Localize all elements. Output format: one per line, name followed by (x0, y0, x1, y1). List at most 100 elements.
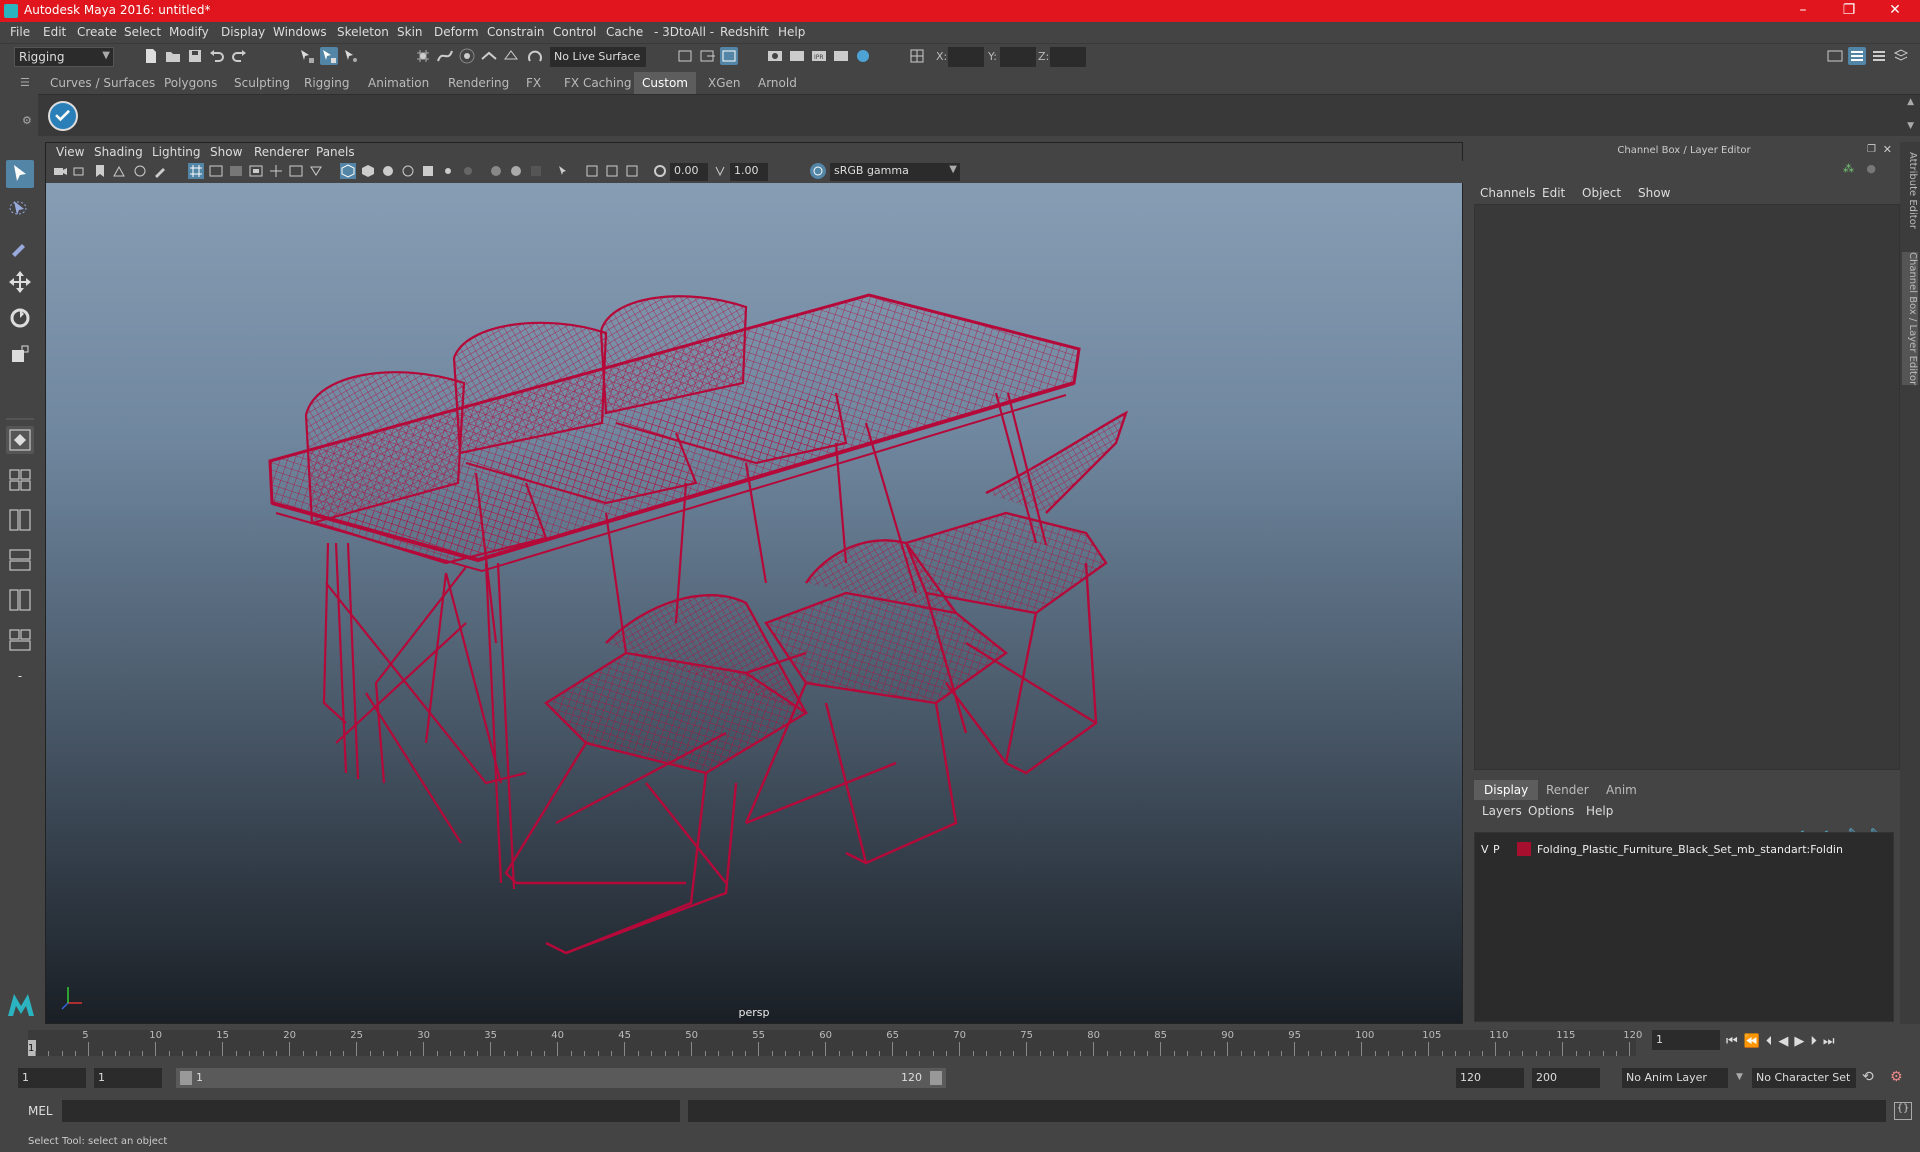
gamma-field[interactable]: 1.00 (730, 163, 768, 181)
tab-rigging[interactable]: Rigging (296, 72, 357, 94)
shelf-scroll-up-icon[interactable]: ▲ (1907, 97, 1914, 107)
scale-tool-icon[interactable] (6, 340, 34, 368)
tab-animation[interactable]: Animation (360, 72, 437, 94)
paint-select-tool-icon[interactable] (6, 232, 34, 260)
range-end-handle[interactable] (930, 1071, 942, 1085)
redo-icon[interactable] (230, 47, 248, 65)
camera-attributes-icon[interactable] (72, 163, 88, 179)
menu-select[interactable]: Select (124, 25, 161, 39)
playback-start-field[interactable]: 1 (94, 1068, 162, 1088)
cb-menu-channels[interactable]: Channels (1480, 186, 1536, 200)
panel-menu-lighting[interactable]: Lighting (152, 145, 201, 159)
render-view-icon[interactable] (766, 47, 784, 65)
input-operations-icon[interactable] (676, 47, 694, 65)
le-menu-options[interactable]: Options (1528, 804, 1574, 818)
tab-sculpting[interactable]: Sculpting (226, 72, 298, 94)
menu-help[interactable]: Help (778, 25, 805, 39)
script-editor-icon[interactable]: {} (1894, 1102, 1912, 1120)
lasso-tool-icon[interactable] (6, 196, 34, 224)
y-field[interactable] (1000, 47, 1036, 67)
float-panel-icon[interactable]: ❐ (1867, 144, 1876, 155)
single-perspective-layout-icon[interactable] (6, 426, 34, 454)
render-frame-icon[interactable] (788, 47, 806, 65)
axis-manip-icon[interactable]: ⁂ (1843, 162, 1854, 175)
menu-set-dropdown[interactable]: Rigging ▼ (14, 47, 114, 67)
time-ruler[interactable]: 1 5 10 15 20 25 30 35 40 45 50 55 60 65 70 75 80 85 90 95 1… (28, 1030, 1642, 1056)
viewport-3d[interactable]: persp (46, 183, 1462, 1023)
undo-icon[interactable] (208, 47, 226, 65)
collapse-layouts-icon[interactable]: - (6, 662, 34, 690)
le-menu-layers[interactable]: Layers (1482, 804, 1522, 818)
layer-name[interactable]: Folding_Plastic_Furniture_Black_Set_mb_s… (1537, 843, 1843, 856)
hypershade-layout-icon[interactable] (6, 586, 34, 614)
live-surface-field[interactable]: No Live Surface (550, 47, 646, 67)
range-start-handle[interactable] (180, 1071, 192, 1085)
tab-attribute-editor[interactable]: Attribute Editor (1902, 152, 1918, 229)
menu-deform[interactable]: Deform (434, 25, 479, 39)
step-forward-frame-icon[interactable]: ⏵ (1810, 1034, 1823, 1049)
construction-history-icon[interactable] (720, 47, 738, 65)
wireframe-on-shaded-icon[interactable] (400, 163, 416, 179)
uv-editor-layout-icon[interactable] (6, 626, 34, 654)
menu-3dtoall[interactable]: - 3DtoAll - (654, 25, 714, 39)
resolution-gate-icon[interactable] (228, 163, 244, 179)
panel-menu-renderer[interactable]: Renderer (254, 145, 309, 159)
playback-end-field[interactable]: 120 (1456, 1068, 1524, 1088)
select-by-component-icon[interactable] (342, 47, 360, 65)
tab-polygons[interactable]: Polygons (156, 72, 225, 94)
menu-file[interactable]: File (10, 25, 30, 39)
shelf-settings-icon[interactable]: ⚙ (22, 114, 32, 127)
shelf-menu-icon[interactable]: ☰ (20, 76, 30, 89)
tab-arnold[interactable]: Arnold (750, 72, 805, 94)
panel-menu-view[interactable]: View (56, 145, 84, 159)
attribute-editor-toggle-icon[interactable] (1870, 47, 1888, 65)
custom-shelf-check-icon[interactable] (48, 101, 78, 131)
color-management-icon[interactable] (810, 163, 826, 179)
xray-components-icon[interactable] (624, 163, 640, 179)
snap-to-curve-icon[interactable] (436, 47, 454, 65)
rotate-tool-icon[interactable] (6, 304, 34, 332)
default-material-icon[interactable] (380, 163, 396, 179)
tab-channel-box-layer-editor[interactable]: Channel Box / Layer Editor (1902, 252, 1918, 386)
current-frame-field[interactable]: 1 (1652, 1030, 1720, 1050)
panel-menu-shading[interactable]: Shading (94, 145, 143, 159)
bookmarks-icon[interactable] (92, 163, 108, 179)
safe-action-icon[interactable] (288, 163, 304, 179)
snap-to-grid-icon[interactable] (414, 47, 432, 65)
snap-to-surface-icon[interactable] (502, 47, 520, 65)
xray-icon[interactable] (584, 163, 600, 179)
motion-blur-icon[interactable] (508, 163, 524, 179)
tab-xgen[interactable]: XGen (700, 72, 749, 94)
tab-anim-layers[interactable]: Anim (1596, 780, 1647, 800)
view-transform-dropdown[interactable]: sRGB gamma ▼ (830, 163, 960, 181)
select-by-object-icon[interactable] (320, 47, 338, 65)
ipr-render-icon[interactable]: IPR (810, 47, 828, 65)
tool-settings-toggle-icon[interactable] (1892, 47, 1910, 65)
range-bar[interactable]: 1 120 (176, 1068, 946, 1088)
go-to-end-icon[interactable]: ⏭ (1823, 1034, 1841, 1049)
step-back-frame-icon[interactable]: ⏴ (1766, 1034, 1779, 1049)
grid-toggle-icon[interactable] (188, 163, 204, 179)
panel-menu-show[interactable]: Show (210, 145, 242, 159)
outliner-layout-icon[interactable] (6, 506, 34, 534)
four-view-layout-icon[interactable] (6, 466, 34, 494)
cb-menu-edit[interactable]: Edit (1542, 186, 1565, 200)
save-scene-icon[interactable] (186, 47, 204, 65)
gamma-icon[interactable] (712, 163, 728, 179)
z-field[interactable] (1050, 47, 1086, 67)
menu-skin[interactable]: Skin (397, 25, 423, 39)
tab-render-layers[interactable]: Render (1536, 780, 1599, 800)
new-scene-icon[interactable] (142, 47, 160, 65)
command-language-label[interactable]: MEL (28, 1104, 53, 1118)
menu-cache[interactable]: Cache (606, 25, 643, 39)
film-gate-icon[interactable] (208, 163, 224, 179)
animation-preferences-icon[interactable]: ⚙ (1890, 1069, 1903, 1085)
snap-to-point-icon[interactable] (458, 47, 476, 65)
close-button[interactable]: ✕ (1872, 0, 1918, 22)
layer-color-swatch[interactable] (1517, 842, 1531, 856)
tab-curves-surfaces[interactable]: Curves / Surfaces (42, 72, 163, 94)
shadows-icon[interactable] (460, 163, 476, 179)
transform-input-icon[interactable] (908, 47, 926, 65)
x-field[interactable] (948, 47, 984, 67)
close-panel-icon[interactable]: ✕ (1883, 143, 1892, 156)
